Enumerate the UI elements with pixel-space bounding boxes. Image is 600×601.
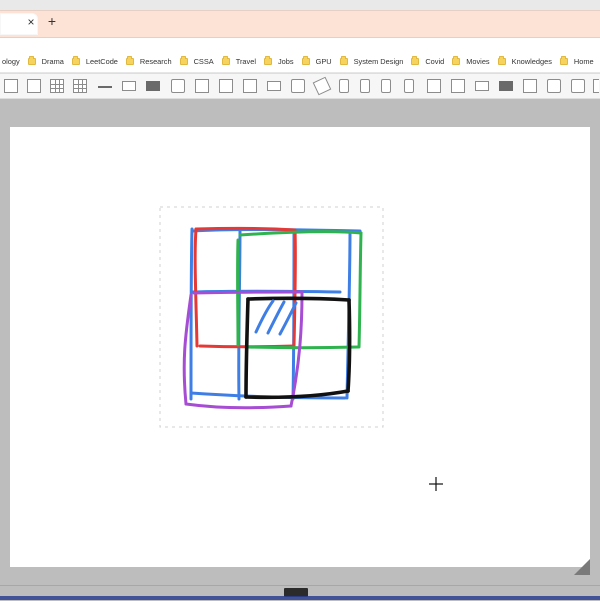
bookmark-label: ology (2, 57, 20, 66)
folder-icon (28, 58, 36, 65)
calculator-tool-icon[interactable] (547, 79, 561, 93)
mouse-tool-icon[interactable] (339, 79, 349, 93)
page-corner-indicator (574, 559, 590, 575)
active-tab[interactable]: × (0, 13, 38, 35)
bookmark-label: Research (140, 57, 172, 66)
tablet-tool-icon[interactable] (291, 79, 305, 93)
bottom-edge-strip (0, 596, 600, 600)
bookmark-label: Drama (42, 57, 64, 66)
bookmarks-bar: ology Drama LeetCode Research CSSA Trave… (0, 50, 600, 73)
bookmark-item-gpu[interactable]: GPU (302, 57, 332, 66)
table-tool-icon[interactable] (73, 79, 87, 93)
bookmark-item-research[interactable]: Research (126, 57, 172, 66)
new-tab-button[interactable]: + (45, 14, 59, 28)
folder-icon (340, 58, 348, 65)
green-stroke-right (359, 233, 361, 347)
printer-tool-icon[interactable] (523, 79, 537, 93)
sketch-canvas[interactable] (10, 127, 590, 567)
line-tool-icon[interactable] (98, 86, 112, 88)
projector-tool-icon[interactable] (475, 81, 489, 91)
window-tool-icon[interactable] (243, 79, 257, 93)
folder-icon (452, 58, 460, 65)
panel-tool-icon[interactable] (219, 79, 233, 93)
bookmark-label: Knowledges (512, 57, 552, 66)
tab-close-button[interactable]: × (25, 16, 37, 28)
drawing-page[interactable]: crosshair (10, 127, 590, 567)
folder-icon (222, 58, 230, 65)
window-top-edge (0, 0, 600, 10)
bookmark-item-jobs[interactable]: Jobs (264, 57, 294, 66)
blue-stroke-left (191, 229, 192, 399)
bookmark-item-system-design[interactable]: System Design (340, 57, 404, 66)
folder-icon (498, 58, 506, 65)
bookmark-label: CSSA (194, 57, 214, 66)
bookmark-item-movies[interactable]: Movies (452, 57, 489, 66)
desktop-tool-icon[interactable] (451, 79, 465, 93)
bookmark-item-covid[interactable]: Covid (411, 57, 444, 66)
drawing-toolbar (0, 73, 600, 99)
tab-strip: × + (0, 10, 600, 38)
bookmark-label: Movies (466, 57, 489, 66)
red-stroke-left (195, 229, 197, 346)
bookmark-item-0[interactable]: ology (2, 57, 20, 66)
purple-stroke-top (194, 292, 302, 293)
mouse-outline-tool-icon[interactable] (360, 79, 370, 93)
folder-icon (72, 58, 80, 65)
grid-tool-icon[interactable] (50, 79, 64, 93)
speaker-tool-icon[interactable] (499, 81, 513, 91)
bookmark-item-home[interactable]: Home (560, 57, 594, 66)
purple-stroke-bottom (186, 404, 291, 408)
stack-tool-icon[interactable] (122, 81, 136, 91)
black-stroke-top (248, 298, 349, 300)
folder-icon (302, 58, 310, 65)
bar-tool-icon[interactable] (146, 81, 160, 91)
crosshair-cursor-icon (429, 477, 443, 491)
calendar-tool-icon[interactable] (171, 79, 185, 93)
brush-tool-icon[interactable] (313, 77, 332, 96)
green-stroke-bottom (248, 347, 358, 348)
bookmark-item-knowledges[interactable]: Knowledges (498, 57, 552, 66)
corner-shape-tool-icon[interactable] (4, 79, 18, 93)
bookmark-label: Home (574, 57, 594, 66)
bookmark-label: System Design (354, 57, 404, 66)
phone-tool-icon[interactable] (404, 79, 414, 93)
more-tools-icon[interactable] (593, 79, 599, 93)
monitor-tool-icon[interactable] (427, 79, 441, 93)
bookmark-label: Travel (236, 57, 256, 66)
bookmark-item-drama[interactable]: Drama (28, 57, 64, 66)
mouse-small-tool-icon[interactable] (381, 79, 391, 93)
folder-icon (126, 58, 134, 65)
bookmark-label: Covid (425, 57, 444, 66)
bookmark-item-cssa[interactable]: CSSA (180, 57, 214, 66)
bookmark-label: Jobs (278, 57, 294, 66)
red-stroke-top (196, 228, 295, 230)
bookmark-item-travel[interactable]: Travel (222, 57, 256, 66)
device-tool-icon[interactable] (195, 79, 209, 93)
folder-icon (180, 58, 188, 65)
folder-icon (560, 58, 568, 65)
bookmark-label: LeetCode (86, 57, 118, 66)
red-stroke-right (294, 230, 295, 346)
folder-icon (264, 58, 272, 65)
green-stroke-top (240, 232, 361, 235)
black-stroke-left (246, 299, 248, 397)
black-stroke-right (348, 300, 350, 391)
black-stroke-bottom (246, 391, 348, 397)
bookmark-label: GPU (316, 57, 332, 66)
folder-icon (411, 58, 419, 65)
keyboard-tool-icon[interactable] (267, 81, 281, 91)
layout-tool-icon[interactable] (27, 79, 41, 93)
calculator-alt-tool-icon[interactable] (571, 79, 585, 93)
bookmark-item-leetcode[interactable]: LeetCode (72, 57, 118, 66)
canvas-area: crosshair (0, 99, 600, 585)
